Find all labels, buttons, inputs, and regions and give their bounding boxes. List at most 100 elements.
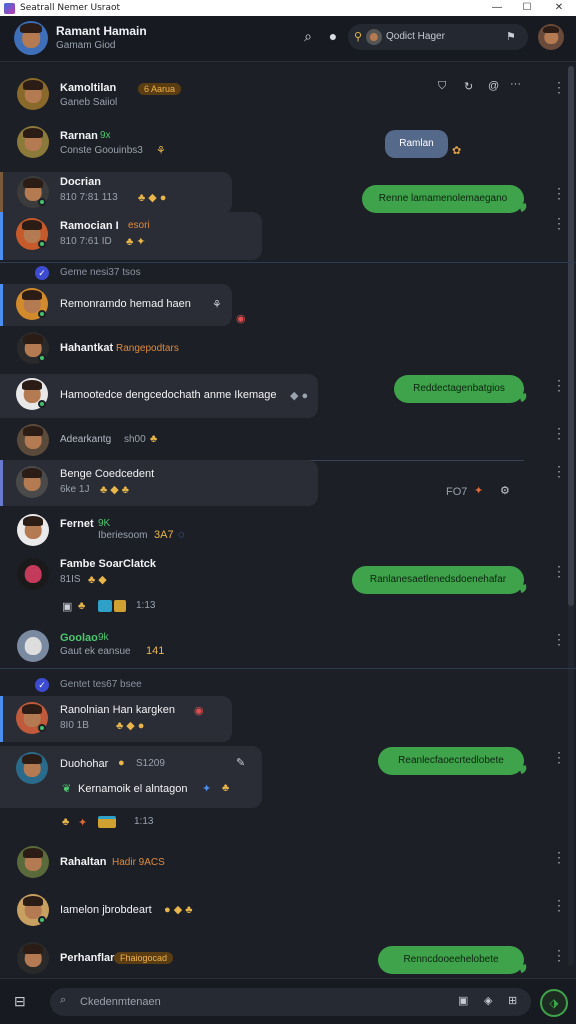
sender-tag: Rangepodtars bbox=[116, 343, 179, 354]
avatar[interactable] bbox=[17, 424, 49, 456]
list-item[interactable]: Duohohar ● S1209 ✎ ❦ Kernamoik el alntag… bbox=[0, 746, 576, 808]
chat-header: Ramant Hamain Gamam Giod ⌕ ● ⚲ Qodict Ha… bbox=[0, 16, 576, 62]
reaction-icon: ✿ bbox=[452, 145, 462, 157]
share-icon[interactable]: ⚙ bbox=[500, 484, 510, 497]
list-item[interactable]: Docrian 810 7:81 113 ♣ ◆ ● Renne lamamen… bbox=[0, 172, 576, 214]
image-icon[interactable]: ♣ bbox=[78, 600, 85, 612]
message-meta: Gaut ek eansue bbox=[60, 646, 131, 657]
list-item[interactable]: Rarnan 9x Conste Goouinbs3 ⚘ Ramlan ✿ bbox=[0, 124, 576, 164]
system-icon: ✓ bbox=[35, 266, 49, 280]
kebab-icon[interactable]: ⋮ bbox=[552, 464, 566, 478]
outgoing-message[interactable]: Renncdooeehelobete bbox=[378, 946, 524, 974]
avatar[interactable] bbox=[17, 558, 49, 590]
outgoing-message[interactable]: Reanlecfaoecrtedlobete bbox=[378, 747, 524, 775]
image-icon[interactable]: ✦ bbox=[78, 816, 87, 829]
avatar[interactable] bbox=[17, 126, 49, 158]
kebab-icon[interactable]: ⋮ bbox=[552, 948, 566, 962]
thumbnail-icon[interactable] bbox=[98, 816, 116, 828]
maximize-button[interactable]: ☐ bbox=[512, 0, 542, 16]
cart-icon[interactable]: ⛉ bbox=[438, 80, 446, 93]
message-meta: S1209 bbox=[136, 758, 165, 769]
quick-search-pill[interactable]: ⚲ Qodict Hager ⚑ bbox=[348, 24, 528, 50]
list-item[interactable]: Ramocian I esori 810 7:61 ID ♣ ✦ ⋮ bbox=[0, 212, 576, 260]
list-item[interactable]: Fambe SoarClatck 81IS ♣ ◆ Ranlanesaetlen… bbox=[0, 556, 576, 598]
kebab-icon[interactable]: ⋮ bbox=[552, 426, 566, 440]
more-icon[interactable]: ··· bbox=[510, 78, 521, 90]
list-item[interactable]: Goolao 9k Gaut ek eansue 141 ⋮ bbox=[0, 628, 576, 668]
message-meta: 8I0 1B bbox=[60, 720, 89, 731]
outgoing-message[interactable]: Ramlan bbox=[385, 130, 448, 158]
kebab-icon[interactable]: ⋮ bbox=[552, 632, 566, 646]
avatar[interactable] bbox=[17, 514, 49, 546]
attach-icon[interactable]: ⊞ bbox=[508, 994, 517, 1007]
search-icon[interactable]: ⌕ bbox=[300, 28, 316, 44]
list-item[interactable]: Ranolnian Han kargken ◉ 8I0 1B ♣ ◆ ● bbox=[0, 696, 576, 742]
emoji-icon[interactable]: ◈ bbox=[484, 994, 492, 1007]
refresh-icon[interactable]: ↻ bbox=[464, 80, 473, 93]
list-item[interactable]: Remonramdo hemad haen ⚘ ◉ bbox=[0, 284, 576, 326]
message-time: FO7 bbox=[446, 486, 468, 498]
list-item[interactable]: Kamoltilan 6 Aarua Ganeb Saiiol ⛉ ↻ @ ··… bbox=[0, 76, 576, 116]
sidebar-toggle-icon[interactable]: ⊟ bbox=[14, 993, 26, 1010]
list-item[interactable]: Perhanflar Fhaiogocad Renncdooeehelobete… bbox=[0, 940, 576, 976]
message-tag: 141 bbox=[146, 645, 165, 657]
window-titlebar: Seatrall Nemer Usraot — ☐ ✕ bbox=[0, 0, 576, 16]
kebab-icon[interactable]: ⋮ bbox=[552, 378, 566, 392]
close-button[interactable]: ✕ bbox=[544, 0, 574, 16]
mention-icon[interactable]: @ bbox=[488, 80, 499, 92]
kebab-icon[interactable]: ⋮ bbox=[552, 216, 566, 230]
avatar[interactable] bbox=[17, 630, 49, 662]
kebab-icon[interactable]: ⋮ bbox=[552, 80, 566, 94]
attachment-row[interactable]: ♣ ✦ 1:13 bbox=[0, 814, 576, 834]
avatar[interactable] bbox=[16, 466, 48, 498]
list-item[interactable]: Hamootedce dengcedochath anme Ikemage ◆ … bbox=[0, 374, 576, 418]
avatar[interactable] bbox=[17, 78, 49, 110]
thumbnail-icon[interactable] bbox=[114, 600, 126, 612]
message-meta: Iberiesoom bbox=[98, 530, 148, 541]
header-avatar[interactable] bbox=[14, 21, 48, 55]
minimize-button[interactable]: — bbox=[482, 0, 512, 16]
sender-tag: Hadir 9ACS bbox=[112, 857, 165, 868]
sender-name: Hahantkat bbox=[60, 342, 114, 354]
send-icon[interactable]: ⬗ bbox=[540, 989, 568, 1017]
list-item[interactable]: Rahaltan Hadir 9ACS ⋮ bbox=[0, 844, 576, 880]
message-meta: 6ke 1J bbox=[60, 484, 90, 495]
kebab-icon[interactable]: ⋮ bbox=[552, 750, 566, 764]
bell-icon[interactable]: ⚑ bbox=[506, 30, 516, 43]
file-icon[interactable]: ♣ bbox=[62, 816, 69, 828]
reaction-icon: ◉ bbox=[194, 705, 204, 717]
avatar[interactable] bbox=[17, 942, 49, 974]
list-item[interactable]: Adearkantg sh00 ♣ ⋮ bbox=[0, 422, 576, 458]
kebab-icon[interactable]: ⋮ bbox=[552, 850, 566, 864]
attachment-row[interactable]: ▣ ♣ 1:13 bbox=[0, 598, 576, 618]
kebab-icon[interactable]: ⋮ bbox=[552, 898, 566, 912]
kebab-icon[interactable]: ⋮ bbox=[552, 186, 566, 200]
outgoing-message[interactable]: Reddectagenbatgios bbox=[394, 375, 524, 403]
list-item[interactable]: Hahantkat Rangepodtars bbox=[0, 330, 576, 366]
message-input[interactable]: ⌕ Ckedenmtenaen ▣ ◈ ⊞ bbox=[50, 988, 531, 1016]
pencil-icon[interactable]: ✎ bbox=[236, 756, 245, 769]
thumbnail-icon[interactable] bbox=[98, 600, 112, 612]
system-message: ✓ Geme nesi37 tsos bbox=[0, 262, 576, 282]
message-meta: 810 7:81 113 bbox=[60, 192, 118, 203]
chat-title: Ramant Hamain bbox=[56, 24, 147, 38]
chat-bubble-icon[interactable]: ● bbox=[325, 28, 341, 44]
avatar[interactable] bbox=[16, 752, 48, 784]
calendar-icon[interactable]: ▣ bbox=[458, 994, 468, 1007]
outgoing-message[interactable]: Ranlanesaetlenedsdoenehafar bbox=[352, 566, 524, 594]
reaction-icon: ♣ ◆ ● bbox=[116, 720, 145, 732]
list-item[interactable]: Fernet 9K Iberiesoom 3A7 ◌ bbox=[0, 512, 576, 548]
sender-name: Rarnan bbox=[60, 130, 98, 142]
list-item[interactable]: Iamelon jbrobdeart ● ◆ ♣ ⋮ bbox=[0, 892, 576, 928]
file-icon[interactable]: ▣ bbox=[62, 600, 72, 613]
kebab-icon[interactable]: ⋮ bbox=[552, 564, 566, 578]
sender-tag: 9K bbox=[98, 518, 111, 529]
status-badge: 6 Aarua bbox=[138, 83, 182, 95]
outgoing-message[interactable]: Renne lamamenolemaegano bbox=[362, 185, 524, 213]
avatar[interactable] bbox=[17, 846, 49, 878]
reaction-icon: ♣ ✦ bbox=[126, 236, 146, 248]
chat-subtitle: Gamam Giod bbox=[56, 40, 116, 51]
list-item[interactable]: Benge Coedcedent 6ke 1J ♣ ◆ ♣ FO7 ✦ ⚙ ⋮ bbox=[0, 460, 576, 506]
profile-avatar[interactable] bbox=[538, 24, 564, 50]
reaction-icon: ◆ ● bbox=[290, 390, 309, 402]
